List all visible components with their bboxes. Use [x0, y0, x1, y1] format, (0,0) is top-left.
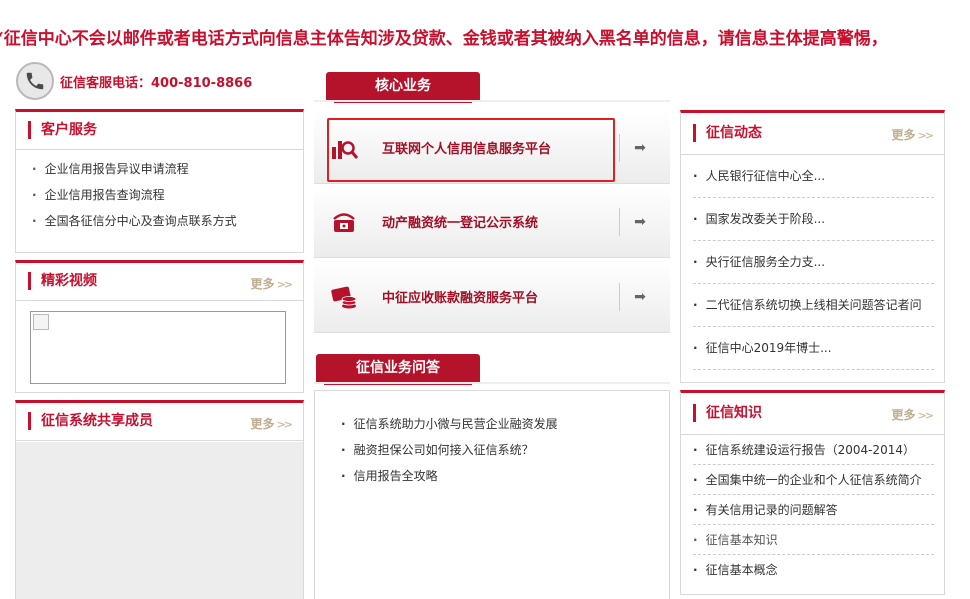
broken-image-icon	[33, 314, 49, 330]
knowledge-header: 征信知识 更多 >>	[681, 393, 944, 435]
list-item[interactable]: 国家发改委关于阶段...	[693, 198, 934, 241]
news-header: 征信动态 更多 >>	[681, 113, 944, 155]
double-chevron-right-icon: >>	[917, 409, 935, 422]
hotline-text: 征信客服电话：400-810-8866	[60, 75, 253, 91]
qa-divider	[314, 382, 670, 384]
customer-service-list: 企业信用报告异议申请流程 企业信用报告查询流程 全国各征信分中心及查询点联系方式	[16, 150, 303, 234]
news-list: 人民银行征信中心全... 国家发改委关于阶段... 央行征信服务全力支... 二…	[681, 155, 944, 370]
list-item[interactable]: 征信基本知识	[693, 525, 934, 555]
news-more-link[interactable]: 更多 >>	[891, 126, 935, 143]
customer-service-panel: 客户服务 企业信用报告异议申请流程 企业信用报告查询流程 全国各征信分中心及查询…	[15, 109, 304, 253]
double-chevron-right-icon: >>	[276, 278, 294, 291]
core-item-label: 互联网个人信用信息服务平台	[382, 142, 552, 157]
warning-text: “征信中心不会以邮件或者电话方式向信息主体告知涉及贷款、金钱或者其被纳入黑名单的…	[0, 29, 888, 49]
arrow-right-icon: ➡	[634, 288, 646, 305]
phone-icon	[16, 62, 54, 100]
magnifier-chart-icon	[328, 132, 360, 164]
videos-title: 精彩视频	[28, 272, 97, 290]
core-item-movable-registration[interactable]: 动产融资统一登记公示系统 ➡	[314, 186, 670, 258]
hotline: 征信客服电话：400-810-8866	[16, 62, 252, 100]
core-item-credit-platform[interactable]: 互联网个人信用信息服务平台 ➡	[314, 112, 670, 184]
core-divider	[314, 100, 670, 102]
news-title: 征信动态	[693, 124, 762, 142]
warning-marquee: “征信中心不会以邮件或者电话方式向信息主体告知涉及贷款、金钱或者其被纳入黑名单的…	[0, 24, 970, 50]
list-item[interactable]: 人民银行征信中心全...	[693, 155, 934, 198]
core-business-tab: 核心业务	[326, 72, 480, 103]
list-item[interactable]: 征信中心2019年博士...	[693, 327, 934, 370]
core-item-label: 动产融资统一登记公示系统	[382, 216, 539, 231]
knowledge-title: 征信知识	[693, 404, 762, 422]
list-item[interactable]: 企业信用报告查询流程	[32, 182, 303, 208]
videos-more-link[interactable]: 更多 >>	[250, 275, 294, 292]
arrow-right-icon: ➡	[634, 139, 646, 156]
videos-header: 精彩视频 更多 >>	[16, 263, 303, 301]
members-panel: 征信系统共享成员 更多 >>	[15, 400, 304, 599]
list-item[interactable]: 央行征信服务全力支...	[693, 241, 934, 284]
list-item[interactable]: 征信系统助力小微与民营企业融资发展	[341, 411, 669, 437]
qa-panel: 征信系统助力小微与民营企业融资发展 融资担保公司如何接入征信系统？ 信用报告全攻…	[314, 390, 670, 599]
registration-icon	[328, 206, 360, 238]
customer-service-title: 客户服务	[28, 121, 97, 139]
list-item[interactable]: 融资担保公司如何接入征信系统？	[341, 437, 669, 463]
list-item[interactable]: 信用报告全攻略	[341, 463, 669, 489]
video-player[interactable]	[30, 311, 286, 384]
qa-tab: 征信业务问答	[316, 354, 480, 385]
members-header: 征信系统共享成员 更多 >>	[16, 403, 303, 441]
members-title: 征信系统共享成员	[28, 412, 153, 430]
members-more-link[interactable]: 更多 >>	[250, 415, 294, 432]
list-item[interactable]: 二代征信系统切换上线相关问题答记者问	[693, 284, 934, 327]
more-label: 更多	[891, 128, 916, 142]
card-coins-icon	[328, 281, 360, 313]
list-item[interactable]: 全国集中统一的企业和个人征信系统简介	[693, 465, 934, 495]
double-chevron-right-icon: >>	[276, 418, 294, 431]
more-label: 更多	[891, 408, 916, 422]
knowledge-more-link[interactable]: 更多 >>	[891, 406, 935, 423]
members-content	[16, 442, 303, 599]
double-chevron-right-icon: >>	[917, 129, 935, 142]
list-item[interactable]: 有关信用记录的问题解答	[693, 495, 934, 525]
core-item-receivables-platform[interactable]: 中征应收账款融资服务平台 ➡	[314, 261, 670, 333]
separator	[619, 282, 620, 311]
more-label: 更多	[250, 417, 275, 431]
list-item[interactable]: 企业信用报告异议申请流程	[32, 156, 303, 182]
customer-service-header: 客户服务	[16, 112, 303, 150]
news-panel: 征信动态 更多>> 人民银行征信中心全... 国家发改委关于阶段... 央行征信…	[680, 110, 945, 383]
qa-list: 征信系统助力小微与民营企业融资发展 融资担保公司如何接入征信系统？ 信用报告全攻…	[315, 391, 669, 489]
core-item-label: 中征应收账款融资服务平台	[382, 291, 539, 306]
separator	[619, 133, 620, 162]
list-item[interactable]: 全国各征信分中心及查询点联系方式	[32, 208, 303, 234]
arrow-right-icon: ➡	[634, 213, 646, 230]
more-label: 更多	[250, 277, 275, 291]
list-item[interactable]: 征信系统建设运行报告（2004-2014）	[693, 435, 934, 465]
separator	[619, 207, 620, 236]
videos-panel: 精彩视频 更多 >>	[15, 260, 304, 393]
list-item[interactable]: 征信基本概念	[693, 555, 934, 585]
knowledge-panel: 征信知识 更多>> 征信系统建设运行报告（2004-2014） 全国集中统一的企…	[680, 390, 945, 595]
knowledge-list: 征信系统建设运行报告（2004-2014） 全国集中统一的企业和个人征信系统简介…	[681, 435, 944, 585]
